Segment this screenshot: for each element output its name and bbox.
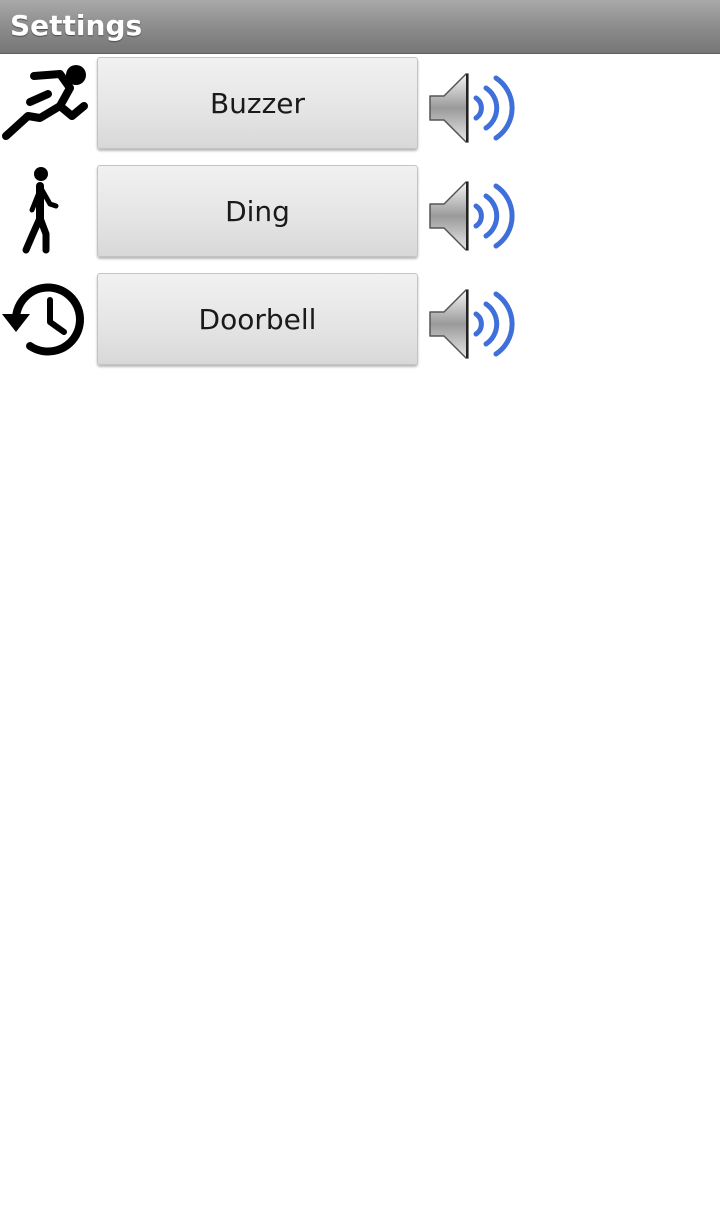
- running-person-icon: [0, 58, 92, 150]
- settings-row-buzzer: Buzzer: [0, 54, 720, 162]
- settings-row-ding: Ding: [0, 162, 720, 270]
- play-ding-speaker-icon[interactable]: [426, 178, 520, 254]
- doorbell-button[interactable]: Doorbell: [97, 273, 418, 365]
- buzzer-button[interactable]: Buzzer: [97, 57, 418, 149]
- play-buzzer-speaker-icon[interactable]: [426, 70, 520, 146]
- history-icon: [0, 274, 92, 366]
- play-doorbell-speaker-icon[interactable]: [426, 286, 520, 362]
- action-bar: Settings: [0, 0, 720, 54]
- ding-button[interactable]: Ding: [97, 165, 418, 257]
- settings-row-doorbell: Doorbell: [0, 270, 720, 378]
- page-title: Settings: [10, 9, 143, 42]
- walking-person-icon: [0, 166, 92, 258]
